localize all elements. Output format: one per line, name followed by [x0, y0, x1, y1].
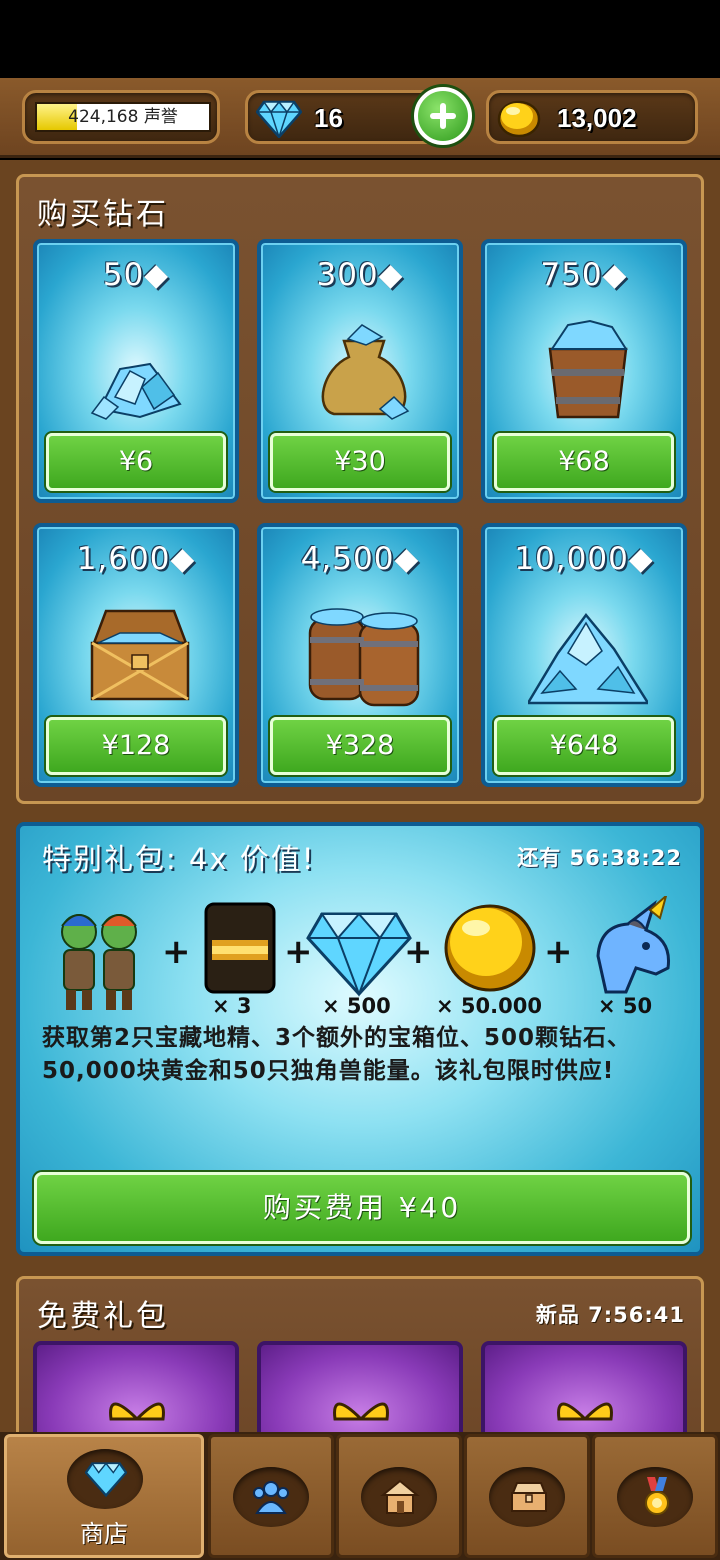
buy-gems-title: 购买钻石 — [37, 197, 169, 232]
gem-count: 16 — [314, 103, 343, 133]
gem-chest-icon — [90, 609, 190, 701]
free-pack-timer: 新品 7:56:41 — [535, 1303, 685, 1327]
gold-count: 13,002 — [557, 103, 637, 133]
item-quantity: × 50.000 — [436, 994, 542, 1018]
reputation-meter[interactable]: 424,168 声誉 — [22, 90, 220, 144]
tab-chests[interactable] — [464, 1434, 590, 1558]
gem-pack-price-button[interactable]: ¥30 — [270, 433, 450, 491]
special-pack-description: 获取第2只宝藏地精、3个额外的宝箱位、500颗钻石、50,000块黄金和50只独… — [42, 1025, 632, 1084]
gem-pack-card[interactable]: 10,000◆ ¥648 — [481, 523, 687, 787]
tab-shop-label: 商店 — [80, 1520, 128, 1548]
gem-pack-price-button[interactable]: ¥6 — [46, 433, 226, 491]
buy-special-pack-button[interactable]: 购买费用 ¥40 — [34, 1172, 690, 1244]
add-gems-button[interactable] — [414, 87, 472, 145]
free-gift-card[interactable] — [481, 1341, 687, 1432]
gem-pack-amount: 4,500◆ — [300, 541, 420, 577]
gem-pack-amount: 10,000◆ — [514, 541, 654, 577]
gem-pack-price-button[interactable]: ¥128 — [46, 717, 226, 775]
goblins-icon — [61, 914, 137, 1010]
chest-icon — [511, 1482, 547, 1512]
gem-pack-amount: 1,600◆ — [76, 541, 196, 577]
gem-pack-amount: 50◆ — [102, 257, 170, 293]
gem-sack-icon — [321, 324, 410, 420]
plus-sign: + — [162, 932, 191, 972]
shop-content[interactable]: 购买钻石 50◆ ¥6 300◆ ¥30 750◆ ¥68 1,600◆ ¥12… — [0, 160, 720, 1432]
plus-sign: + — [404, 932, 433, 972]
item-quantity: × 500 — [322, 994, 391, 1018]
gem-pack-card[interactable]: 1,600◆ ¥128 — [33, 523, 239, 787]
top-bar: 424,168 声誉 16 13,002 — [0, 78, 720, 158]
reputation-bar: 424,168 声誉 — [35, 102, 211, 132]
gift-icon — [333, 1402, 389, 1421]
gem-pack-price-button[interactable]: ¥648 — [494, 717, 674, 775]
gem-bucket-icon — [548, 319, 628, 419]
people-icon — [253, 1481, 289, 1514]
tab-achievements[interactable] — [592, 1434, 718, 1558]
bottom-tab-bar: 商店 — [0, 1432, 720, 1560]
gem-pack-price-button[interactable]: ¥68 — [494, 433, 674, 491]
plus-sign: + — [544, 932, 573, 972]
free-pack-panel: 免费礼包 新品 7:56:41 — [16, 1276, 704, 1432]
gem-pack-price-button[interactable]: ¥328 — [270, 717, 450, 775]
medal-icon — [645, 1477, 669, 1515]
item-quantity: × 3 — [212, 994, 252, 1018]
gift-icon — [109, 1402, 165, 1421]
gem-pile-icon — [90, 362, 182, 420]
gem-pack-card[interactable]: 50◆ ¥6 — [33, 239, 239, 503]
item-quantity: × 50 — [598, 994, 653, 1018]
gem-pack-amount: 750◆ — [540, 257, 628, 293]
tab-social[interactable] — [208, 1434, 334, 1558]
buy-gems-panel: 购买钻石 50◆ ¥6 300◆ ¥30 750◆ ¥68 1,600◆ ¥12… — [16, 174, 704, 804]
house-icon — [380, 1479, 420, 1514]
gold-coin-icon — [497, 100, 541, 138]
gift-icon — [557, 1402, 613, 1421]
special-pack-panel: 特别礼包: 4x 价值! 还有 56:38:22 + × 3 + × 500 +… — [16, 822, 704, 1256]
special-pack-title: 特别礼包: 4x 价值! — [42, 842, 316, 876]
gem-icon — [256, 100, 302, 138]
gold-counter[interactable]: 13,002 — [486, 90, 698, 144]
gem-pack-amount: 300◆ — [316, 257, 404, 293]
tab-town[interactable] — [336, 1434, 462, 1558]
special-pack-timer: 还有 56:38:22 — [517, 846, 682, 870]
gem-mountain-icon — [528, 612, 648, 705]
gem-icon — [85, 1462, 127, 1497]
free-pack-title: 免费礼包 — [37, 1299, 169, 1334]
tab-shop[interactable]: 商店 — [4, 1434, 204, 1558]
reputation-text: 424,168 声誉 — [68, 107, 178, 127]
gem-pack-card[interactable]: 300◆ ¥30 — [257, 239, 463, 503]
free-gift-card[interactable] — [33, 1341, 239, 1432]
gem-pack-card[interactable]: 750◆ ¥68 — [481, 239, 687, 503]
status-bar — [0, 0, 720, 78]
gem-pack-card[interactable]: 4,500◆ ¥328 — [257, 523, 463, 787]
free-gift-card[interactable] — [257, 1341, 463, 1432]
gem-barrels-icon — [308, 608, 420, 707]
